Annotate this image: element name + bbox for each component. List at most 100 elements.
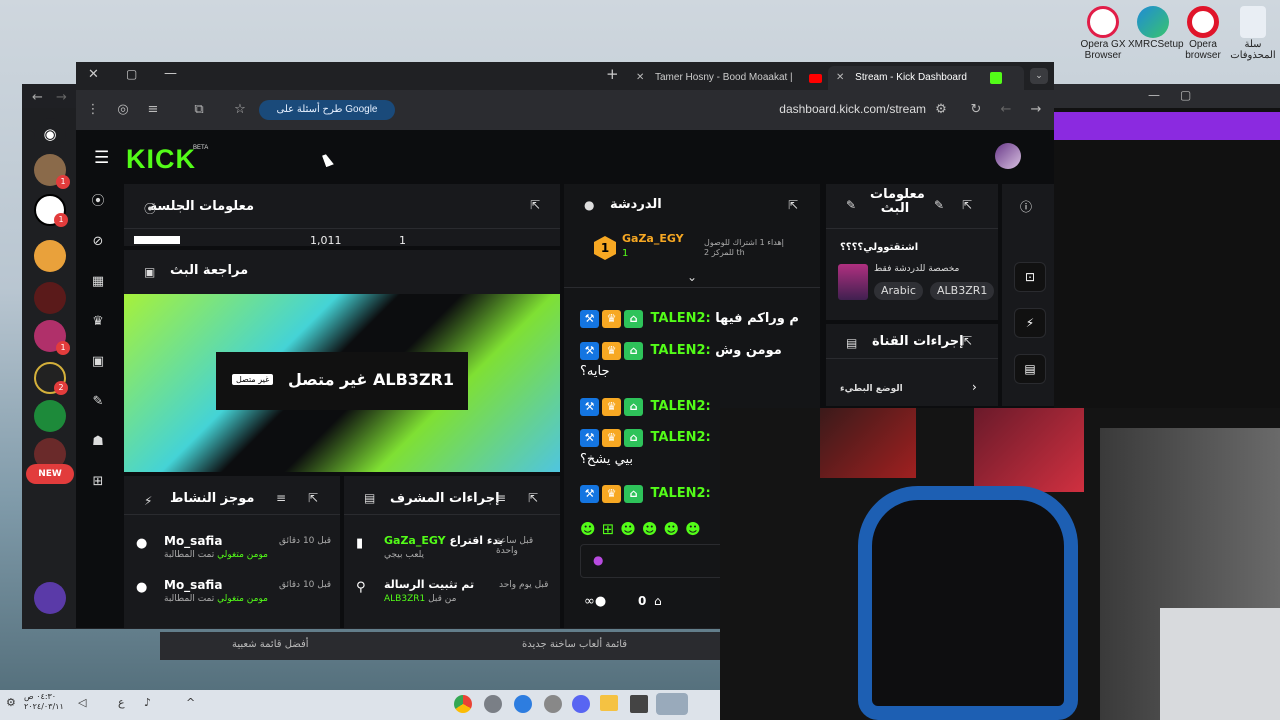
bottom-link[interactable]: قائمة ألعاب ساخنة جديدة [522,639,627,650]
taskview-icon[interactable] [630,695,648,713]
expand-icon[interactable]: ⇱ [788,198,798,212]
opera-icon [1187,6,1219,38]
settings-app-icon[interactable] [484,695,502,713]
user-avatar[interactable] [34,582,66,614]
user-icon: ● [136,580,148,595]
server-icon[interactable]: 1 [34,320,70,355]
minimize-icon[interactable]: — [1148,88,1160,102]
desktop-icon-opera-gx[interactable]: Opera GX Browser [1078,6,1128,61]
server-icon[interactable]: 1 [34,194,68,227]
volume-icon[interactable]: ◁ [78,696,86,709]
minimize-icon[interactable]: — [164,66,177,81]
maximize-icon[interactable]: ▢ [126,67,137,81]
media-control-icon[interactable]: ≡ [144,101,162,119]
bookmark-star-icon[interactable]: ☆ [231,101,249,119]
edge-icon [1137,6,1169,38]
server-icon[interactable] [34,240,66,272]
screenshot-icon[interactable]: ⊡ [1014,262,1046,292]
chrome-icon[interactable] [454,695,472,713]
edge-icon[interactable] [514,695,532,713]
purple-banner [1054,112,1280,140]
app-icon[interactable] [544,695,562,713]
close-tab-icon[interactable]: ✕ [836,72,844,83]
server-icon[interactable] [34,282,66,314]
analytics-icon[interactable]: ▦ [88,272,108,292]
slow-mode-item[interactable]: الوضع البطيء [840,384,903,394]
wall-poster [820,408,916,478]
desktop-icon-xmrcsetup[interactable]: XMRCSetup [1128,6,1184,51]
extensions-icon[interactable]: ⊞ [88,472,108,492]
expand-icon[interactable]: ⇱ [528,491,538,505]
panel-title: معلومات البث [870,187,925,216]
pin-icon: ⚲ [356,580,366,595]
chevron-up-icon[interactable]: ^ [186,696,195,709]
community-icon[interactable]: ☗ [88,432,108,452]
close-tab-icon[interactable]: ✕ [636,72,644,83]
extensions-icon[interactable]: ⧉ [190,101,208,119]
emote-bar[interactable]: ☻⊞☻☻☻☻ [580,520,707,538]
offline-banner-image: غير متصل غير متصل ALB3ZR1 [124,294,560,472]
kick-logo[interactable]: KICK [126,144,196,175]
bottom-link[interactable]: أفضل قائمة شعبية [232,639,309,650]
microphone-icon[interactable]: ♪ [144,696,151,709]
forward-arrow-icon[interactable]: → [56,90,67,105]
discord-icon[interactable]: ◉ [34,118,66,150]
settings-icon[interactable]: ⚙ [6,696,16,709]
gift-icon[interactable]: ⌂ [654,594,662,608]
tag[interactable]: Arabic [874,282,923,300]
back-icon[interactable]: → [1027,101,1045,119]
background-window-right: — ▢ [1054,84,1280,408]
video-icon[interactable]: ▣ [88,352,108,372]
link-icon[interactable]: ⊘ [88,232,108,252]
language-indicator[interactable]: ع [118,696,125,709]
server-icon[interactable] [34,400,66,432]
desktop-icon-recycle-bin[interactable]: سلة المحذوفات [1228,6,1278,61]
new-tab-button[interactable]: + [606,65,619,83]
discord-icon[interactable] [572,695,590,713]
app-icon[interactable] [656,693,688,715]
maximize-icon[interactable]: ▢ [1180,88,1191,102]
expand-icon[interactable]: ⇱ [530,198,540,212]
wrench-icon[interactable]: ✎ [88,392,108,412]
info-icon[interactable]: ⓘ [1020,198,1032,215]
tag[interactable]: ALB3ZR1 [930,282,995,300]
google-lens-pill[interactable]: طرح أسئلة على Google [259,100,395,120]
folder-icon[interactable] [600,695,618,711]
edit-icon[interactable]: ✎ [934,198,944,212]
microphone-icon[interactable]: ● [593,553,603,567]
panel-title: موجز النشاط [170,491,255,506]
trophy-icon[interactable]: ♛ [88,312,108,332]
forward-icon[interactable]: ← [997,101,1015,119]
category-name[interactable]: مخصصة للدردشة فقط [874,264,959,274]
chevron-down-icon[interactable]: ⌄ [687,270,697,284]
expand-icon[interactable]: ⇱ [962,198,972,212]
reload-icon[interactable]: ↻ [967,101,985,119]
url-field[interactable]: dashboard.kick.com/stream [716,102,926,116]
server-icon[interactable]: 2 [34,362,68,395]
tab-youtube[interactable]: ✕ Tamer Hosny - Bood Moaakat | [636,66,822,90]
left-nav: ⦿ ⊘ ▦ ♛ ▣ ✎ ☗ ⊞ [76,182,120,628]
tab-search-icon[interactable]: ⌄ [1030,68,1048,84]
back-arrow-icon[interactable]: ← [32,90,43,105]
filter-icon[interactable]: ≡ [496,491,506,505]
chevron-right-icon[interactable]: › [972,380,977,394]
expand-icon[interactable]: ⇱ [308,491,318,505]
desktop-icon-opera[interactable]: Opera browser [1178,6,1228,61]
document-icon[interactable]: ▤ [1014,354,1046,384]
category-thumbnail[interactable] [838,264,868,300]
site-settings-icon[interactable]: ⚙ [932,101,950,119]
server-icon[interactable]: 1 [34,154,70,189]
panel-title: الدردشة [610,197,662,212]
profile-icon[interactable]: ◎ [114,101,132,119]
live-icon[interactable]: ⦿ [88,192,108,212]
filter-icon[interactable]: ≡ [276,491,286,505]
expand-icon[interactable]: ⇱ [962,334,972,348]
bolt-icon[interactable]: ⚡ [1014,308,1046,338]
hamburger-menu-icon[interactable]: ☰ [94,148,109,168]
user-avatar[interactable] [995,143,1021,169]
close-window-icon[interactable]: ✕ [88,67,99,82]
stat-value: 1 [399,234,406,247]
menu-dots-icon[interactable]: ⋮ [84,101,102,119]
tab-kick-dashboard[interactable]: ✕ Stream - Kick Dashboard [828,66,1024,90]
clock[interactable]: ٠٤:٣٠ ص ٢٠٢٤/٠٣/١١ [24,692,64,712]
